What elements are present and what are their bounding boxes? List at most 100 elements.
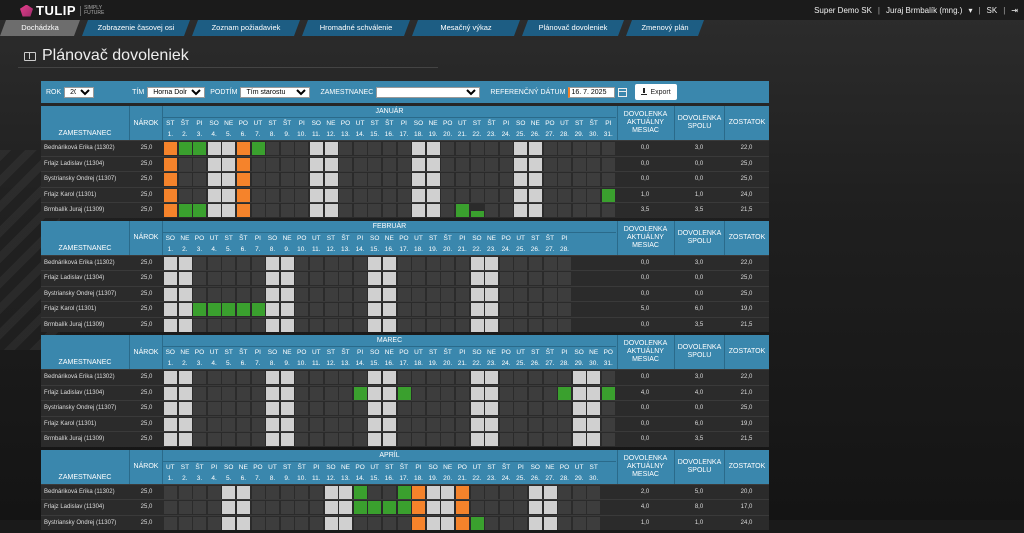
- day-cell[interactable]: [441, 204, 454, 217]
- day-cell[interactable]: [281, 433, 294, 446]
- day-cell[interactable]: [266, 433, 279, 446]
- day-cell[interactable]: [398, 433, 411, 446]
- day-cell[interactable]: [208, 173, 221, 186]
- day-cell[interactable]: [354, 387, 367, 400]
- day-cell[interactable]: [266, 319, 279, 332]
- day-cell[interactable]: [471, 418, 484, 431]
- day-cell[interactable]: [266, 418, 279, 431]
- day-cell[interactable]: [237, 272, 250, 285]
- day-cell[interactable]: [164, 418, 177, 431]
- day-cell[interactable]: [558, 173, 571, 186]
- day-cell[interactable]: [266, 204, 279, 217]
- day-cell[interactable]: [544, 158, 557, 171]
- day-cell[interactable]: [544, 319, 557, 332]
- day-cell[interactable]: [179, 142, 192, 155]
- day-cell[interactable]: [368, 173, 381, 186]
- day-cell[interactable]: [179, 272, 192, 285]
- tulip-logo[interactable]: TULIP SIMPLY FUTURE: [20, 3, 114, 18]
- day-cell[interactable]: [310, 204, 323, 217]
- day-cell[interactable]: [281, 204, 294, 217]
- day-cell[interactable]: [295, 433, 308, 446]
- day-cell[interactable]: [558, 142, 571, 155]
- day-cell[interactable]: [325, 418, 338, 431]
- day-cell[interactable]: [456, 173, 469, 186]
- day-cell[interactable]: [500, 142, 513, 155]
- day-cell[interactable]: [587, 387, 600, 400]
- day-cell[interactable]: [266, 402, 279, 415]
- day-cell[interactable]: [179, 303, 192, 316]
- day-cell[interactable]: [485, 501, 498, 514]
- day-cell[interactable]: [339, 418, 352, 431]
- day-cell[interactable]: [281, 158, 294, 171]
- day-cell[interactable]: [383, 319, 396, 332]
- day-cell[interactable]: [281, 288, 294, 301]
- day-cell[interactable]: [164, 257, 177, 270]
- day-cell[interactable]: [208, 204, 221, 217]
- day-cell[interactable]: [602, 158, 615, 171]
- day-cell[interactable]: [179, 173, 192, 186]
- day-cell[interactable]: [441, 319, 454, 332]
- day-cell[interactable]: [179, 501, 192, 514]
- day-cell[interactable]: [222, 517, 235, 530]
- day-cell[interactable]: [514, 173, 527, 186]
- day-cell[interactable]: [252, 257, 265, 270]
- day-cell[interactable]: [456, 517, 469, 530]
- day-cell[interactable]: [383, 501, 396, 514]
- day-cell[interactable]: [208, 303, 221, 316]
- reference-date-input[interactable]: [568, 87, 615, 98]
- day-cell[interactable]: [295, 158, 308, 171]
- day-cell[interactable]: [471, 173, 484, 186]
- day-cell[interactable]: [500, 204, 513, 217]
- day-cell[interactable]: [412, 303, 425, 316]
- day-cell[interactable]: [222, 387, 235, 400]
- day-cell[interactable]: [193, 303, 206, 316]
- day-cell[interactable]: [558, 319, 571, 332]
- day-cell[interactable]: [529, 303, 542, 316]
- day-cell[interactable]: [193, 371, 206, 384]
- day-cell[interactable]: [471, 272, 484, 285]
- day-cell[interactable]: [222, 189, 235, 202]
- day-cell[interactable]: [179, 402, 192, 415]
- day-cell[interactable]: [325, 204, 338, 217]
- day-cell[interactable]: [310, 402, 323, 415]
- day-cell[interactable]: [354, 173, 367, 186]
- day-cell[interactable]: [208, 418, 221, 431]
- day-cell[interactable]: [354, 158, 367, 171]
- day-cell[interactable]: [193, 501, 206, 514]
- tab-7[interactable]: Zmenový plán: [626, 20, 704, 36]
- day-cell[interactable]: [485, 173, 498, 186]
- day-cell[interactable]: [252, 501, 265, 514]
- day-cell[interactable]: [164, 303, 177, 316]
- day-cell[interactable]: [441, 288, 454, 301]
- day-cell[interactable]: [471, 517, 484, 530]
- day-cell[interactable]: [179, 319, 192, 332]
- day-cell[interactable]: [485, 371, 498, 384]
- day-cell[interactable]: [398, 303, 411, 316]
- day-cell[interactable]: [164, 387, 177, 400]
- day-cell[interactable]: [164, 486, 177, 499]
- day-cell[interactable]: [193, 173, 206, 186]
- day-cell[interactable]: [456, 142, 469, 155]
- day-cell[interactable]: [208, 272, 221, 285]
- day-cell[interactable]: [471, 142, 484, 155]
- day-cell[interactable]: [354, 189, 367, 202]
- day-cell[interactable]: [529, 319, 542, 332]
- logout-icon[interactable]: ⇥: [1011, 6, 1018, 15]
- day-cell[interactable]: [456, 371, 469, 384]
- day-cell[interactable]: [441, 387, 454, 400]
- day-cell[interactable]: [573, 387, 586, 400]
- day-cell[interactable]: [441, 257, 454, 270]
- day-cell[interactable]: [529, 257, 542, 270]
- day-cell[interactable]: [529, 501, 542, 514]
- day-cell[interactable]: [529, 517, 542, 530]
- day-cell[interactable]: [500, 402, 513, 415]
- day-cell[interactable]: [544, 501, 557, 514]
- day-cell[interactable]: [164, 189, 177, 202]
- day-cell[interactable]: [281, 501, 294, 514]
- day-cell[interactable]: [208, 257, 221, 270]
- day-cell[interactable]: [383, 402, 396, 415]
- day-cell[interactable]: [456, 257, 469, 270]
- day-cell[interactable]: [558, 303, 571, 316]
- day-cell[interactable]: [193, 319, 206, 332]
- day-cell[interactable]: [485, 158, 498, 171]
